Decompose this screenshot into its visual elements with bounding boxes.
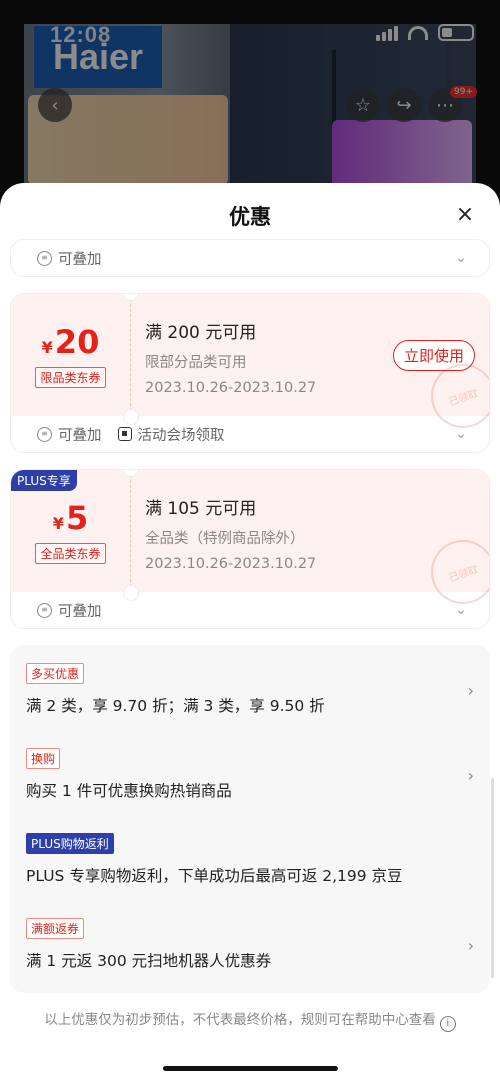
coupon-card-partial: ≡ 可叠加 ⌄ <box>10 239 490 277</box>
coupon-details: 满 105 元可用 全品类（特例商品除外） 2023.10.26-2023.10… <box>131 470 489 613</box>
currency-symbol: ¥ <box>52 513 64 533</box>
coupon-footer[interactable]: ≡ 可叠加 ⌄ <box>11 592 489 628</box>
chevron-right-icon[interactable]: › <box>468 681 474 700</box>
promotion-text: 购买 1 件可优惠换购热销商品 <box>26 782 232 800</box>
disclaimer: 以上优惠仅为初步预估，不代表最终价格，规则可在帮助中心查看 i <box>0 1008 500 1032</box>
stackable-icon: ≡ <box>37 426 52 442</box>
amount-number: 20 <box>54 322 100 361</box>
promotion-text: PLUS 专享购物返利，下单成功后最高可返 2,199 京豆 <box>26 867 403 885</box>
promotion-text: 满 2 类，享 9.70 折；满 3 类，享 9.50 折 <box>26 697 325 715</box>
plus-exclusive-tag: PLUS专享 <box>11 470 77 491</box>
coupon-card: ¥20 限品类东券 满 200 元可用 限部分品类可用 2023.10.26-2… <box>10 293 490 453</box>
stackable-label: 可叠加 <box>58 251 102 268</box>
coupon-date-range: 2023.10.26-2023.10.27 <box>145 556 317 572</box>
promotion-tag: PLUS购物返利 <box>26 833 114 854</box>
promotion-tag: 换购 <box>26 748 61 769</box>
stackable-icon: ≡ <box>37 602 52 618</box>
chevron-down-icon[interactable]: ⌄ <box>455 250 467 266</box>
coupon-footer[interactable]: ≡ 可叠加 活动会场领取 ⌄ <box>11 416 489 452</box>
sheet-title: 优惠 <box>229 205 271 229</box>
promotion-item[interactable]: 换购 购买 1 件可优惠换购热销商品 › <box>10 734 490 819</box>
currency-symbol: ¥ <box>41 337 53 357</box>
promotion-item: PLUS购物返利 PLUS 专享购物返利，下单成功后最高可返 2,199 京豆 <box>10 819 490 904</box>
coupon-card: PLUS专享 ¥5 全品类东券 满 105 元可用 全品类（特例商品除外） 20… <box>10 469 490 629</box>
coupon-type-badge: 全品类东券 <box>35 542 106 564</box>
amount-number: 5 <box>65 498 89 537</box>
discount-sheet: 优惠 × ≡ 可叠加 ⌄ ¥20 限品类东券 满 200 元可用 限部分品类可用… <box>0 183 500 1082</box>
promotion-list: 多买优惠 满 2 类，享 9.70 折；满 3 类，享 9.50 折 › 换购 … <box>10 645 490 993</box>
coupon-footer[interactable]: ≡ 可叠加 ⌄ <box>11 240 489 276</box>
close-icon[interactable]: × <box>454 204 476 227</box>
coupon-date-range: 2023.10.26-2023.10.27 <box>145 380 317 396</box>
stackable-label: 可叠加 <box>58 427 102 444</box>
info-icon[interactable]: i <box>439 1016 456 1032</box>
stackable-label: 可叠加 <box>58 603 102 620</box>
coupon-scope: 全品类（特例商品除外） <box>145 531 305 547</box>
promotion-item[interactable]: 多买优惠 满 2 类，享 9.70 折；满 3 类，享 9.50 折 › <box>10 649 490 734</box>
chevron-right-icon[interactable]: › <box>468 766 474 785</box>
scrollbar[interactable] <box>491 778 494 978</box>
chevron-down-icon[interactable]: ⌄ <box>455 426 467 442</box>
coupon-amount: ¥20 <box>42 323 100 361</box>
stackable-icon: ≡ <box>37 250 52 266</box>
promotion-text: 满 1 元返 300 元扫地机器人优惠券 <box>26 952 272 970</box>
coupon-value: ¥20 限品类东券 <box>11 294 131 416</box>
chevron-right-icon[interactable]: › <box>468 936 474 955</box>
coupon-amount: ¥5 <box>53 499 88 537</box>
coupon-body: ¥5 全品类东券 满 105 元可用 全品类（特例商品除外） 2023.10.2… <box>11 470 489 613</box>
coupon-type-badge: 限品类东券 <box>35 366 106 388</box>
home-indicator[interactable] <box>163 1066 338 1071</box>
coupon-condition: 满 105 元可用 <box>145 499 257 519</box>
chevron-down-icon[interactable]: ⌄ <box>455 602 467 618</box>
coupon-body: ¥20 限品类东券 满 200 元可用 限部分品类可用 2023.10.26-2… <box>11 294 489 437</box>
promotion-item[interactable]: 满额返券 满 1 元返 300 元扫地机器人优惠券 › <box>10 904 490 989</box>
venue-icon <box>117 427 132 441</box>
coupon-details: 满 200 元可用 限部分品类可用 2023.10.26-2023.10.27 … <box>131 294 489 437</box>
promotion-tag: 多买优惠 <box>26 663 85 684</box>
promotion-tag: 满额返券 <box>26 918 85 939</box>
coupon-source-label: 活动会场领取 <box>137 427 225 444</box>
disclaimer-text: 以上优惠仅为初步预估，不代表最终价格，规则可在帮助中心查看 <box>44 1012 436 1028</box>
